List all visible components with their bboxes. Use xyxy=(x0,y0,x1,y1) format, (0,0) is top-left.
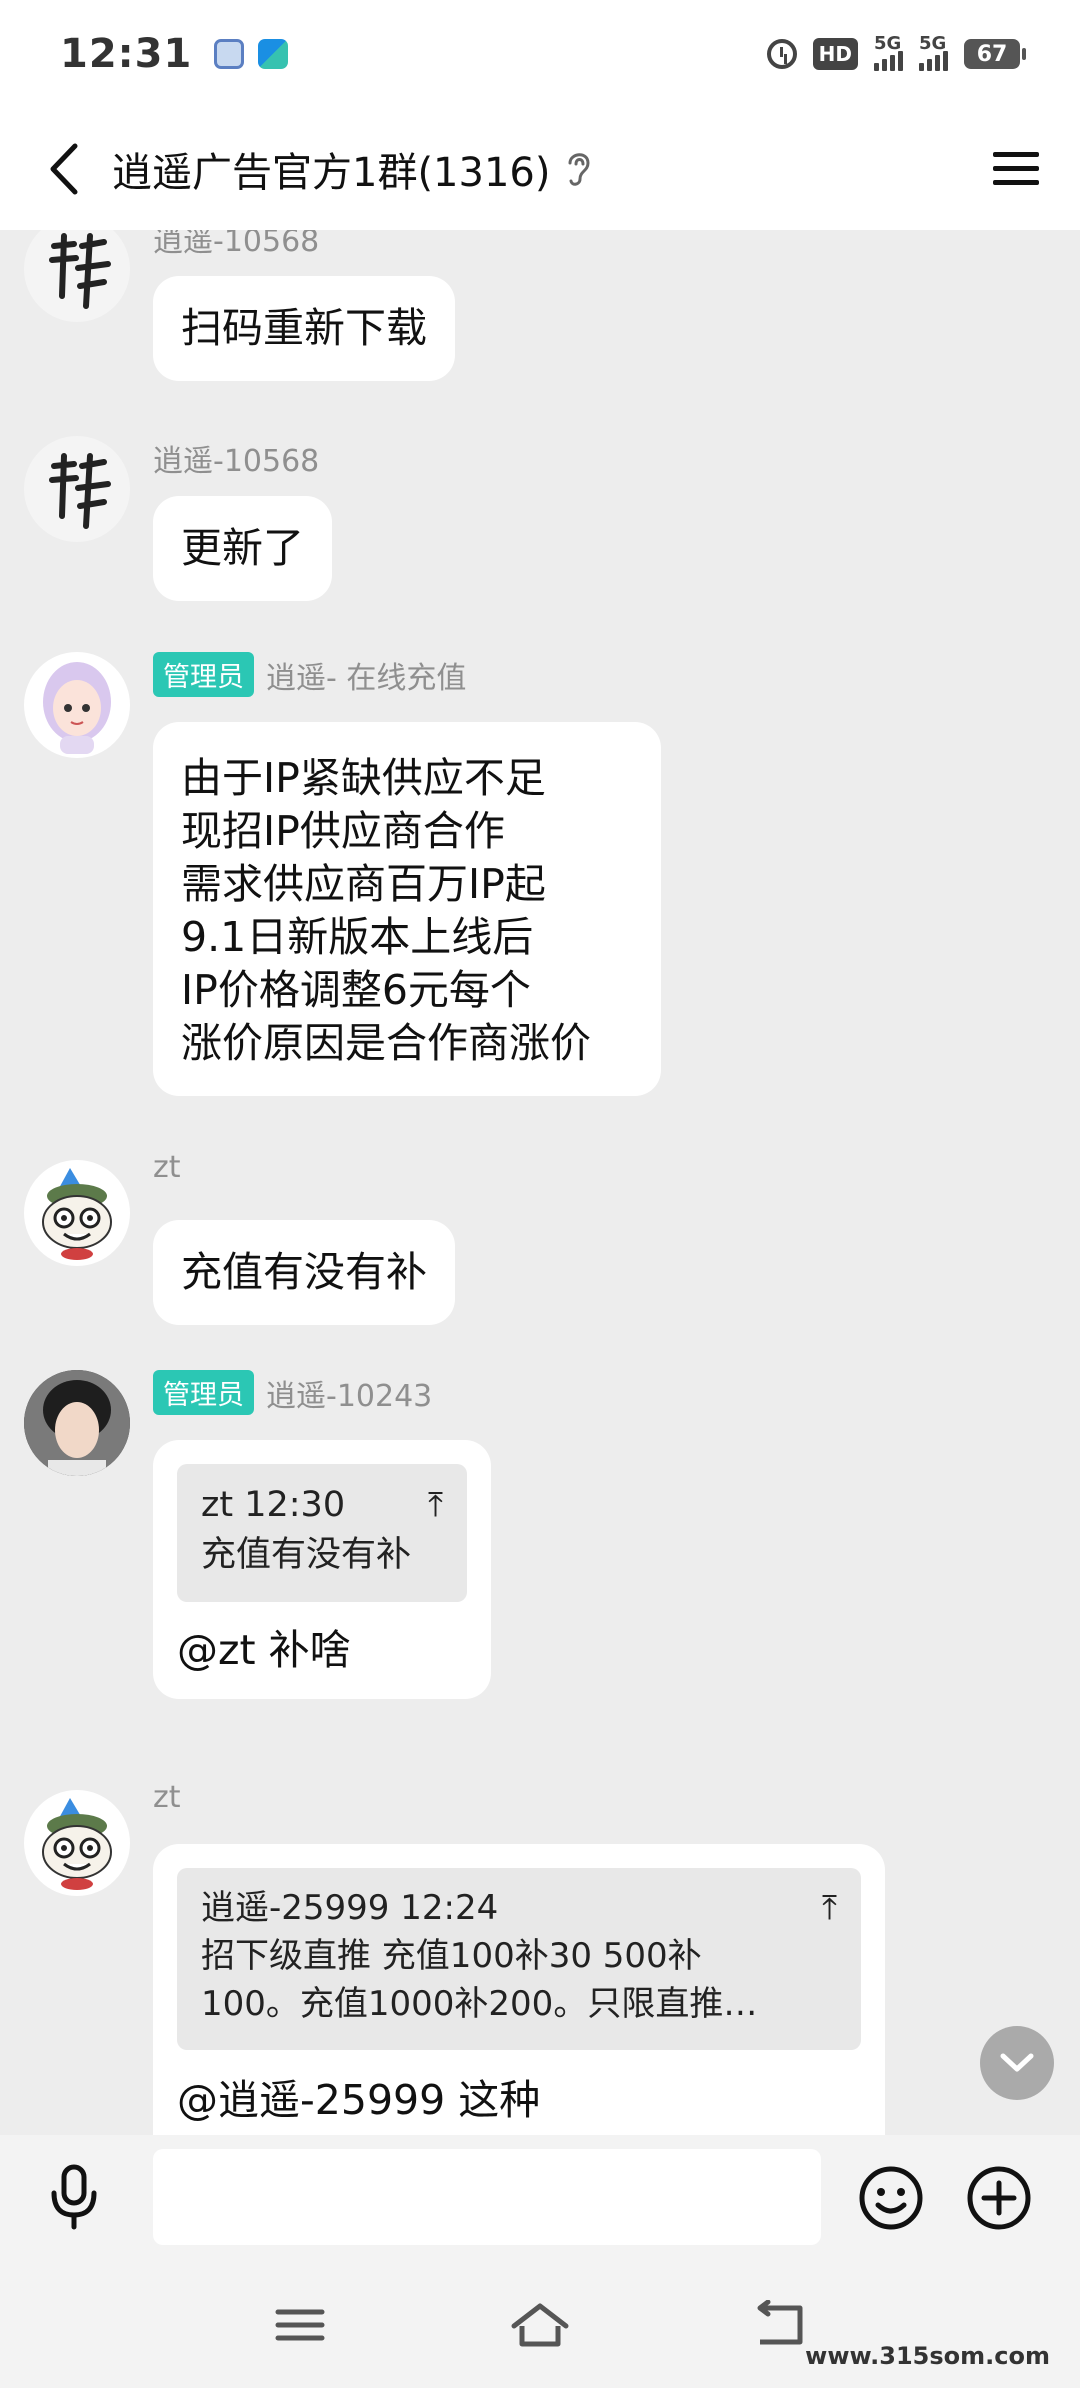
battery-icon: 67 xyxy=(964,39,1026,69)
ear-icon xyxy=(568,153,590,186)
sender-name: zt xyxy=(153,1150,181,1185)
sender-name: 管理员 逍遥- 在线充值 xyxy=(153,652,466,697)
alarm-icon xyxy=(766,39,797,69)
watermark-text: www.315som.com xyxy=(805,2342,1050,2370)
chat-message-list[interactable]: 逍遥-10568 扫码重新下载 逍遥-10568 更新了 管理员 逍遥- 在线充… xyxy=(0,230,1080,2135)
scroll-to-bottom-button[interactable] xyxy=(980,2026,1054,2100)
sender-name: 管理员 逍遥-10243 xyxy=(153,1370,432,1415)
cartoon-girl-avatar-icon xyxy=(43,662,111,754)
cartoon-character-avatar-icon xyxy=(42,1798,112,1890)
microphone-icon[interactable] xyxy=(44,2163,104,2233)
cartoon-character-avatar-icon xyxy=(42,1168,112,1260)
sender-name: 逍遥-10568 xyxy=(153,230,320,259)
menu-button[interactable] xyxy=(986,139,1046,199)
avatar[interactable] xyxy=(24,1790,130,1896)
system-navigation-bar: www.315som.com xyxy=(0,2260,1080,2388)
hd-icon: HD xyxy=(812,38,858,70)
sender-name: zt xyxy=(153,1780,181,1815)
signal-icon: 5G xyxy=(874,33,903,71)
input-bar xyxy=(0,2135,1080,2260)
quoted-message[interactable]: zt 12:30 ⤒ 充值有没有补 xyxy=(177,1464,467,1602)
message-input[interactable] xyxy=(153,2149,821,2245)
hamburger-menu-icon xyxy=(993,152,1039,185)
message-bubble[interactable]: 由于IP紧缺供应不足 现招IP供应商合作 需求供应商百万IP起 9.1日新版本上… xyxy=(153,722,661,1096)
status-bar: 12:31 HD 5G 5G 67 xyxy=(0,0,1080,108)
message-bubble[interactable]: 更新了 xyxy=(153,496,332,601)
status-time: 12:31 xyxy=(60,31,193,77)
avatar[interactable] xyxy=(24,1160,130,1266)
avatar[interactable] xyxy=(24,230,130,322)
message-bubble[interactable]: 扫码重新下载 xyxy=(153,276,455,381)
admin-badge: 管理员 xyxy=(153,652,254,697)
message-bubble[interactable]: 逍遥-25999 12:24 ⤒ 招下级直推 充值100补30 500补 100… xyxy=(153,1844,885,2135)
avatar[interactable] xyxy=(24,1370,130,1476)
calligraphy-avatar-icon xyxy=(49,233,111,309)
calligraphy-avatar-icon xyxy=(49,453,111,529)
chevron-down-icon xyxy=(1000,2053,1034,2072)
admin-badge: 管理员 xyxy=(153,1370,254,1415)
back-nav-icon[interactable] xyxy=(750,2300,810,2350)
message-bubble[interactable]: zt 12:30 ⤒ 充值有没有补 @zt 补啥 xyxy=(153,1440,491,1699)
sender-name: 逍遥-10568 xyxy=(153,444,320,479)
recent-apps-icon[interactable] xyxy=(270,2300,330,2350)
send-notification-icon xyxy=(258,39,289,69)
group-title[interactable]: 逍遥广告官方1群(1316) xyxy=(112,140,550,198)
plus-icon[interactable] xyxy=(966,2165,1032,2231)
avatar[interactable] xyxy=(24,652,130,758)
home-icon[interactable] xyxy=(510,2300,570,2350)
person-photo-avatar-icon xyxy=(24,1370,130,1476)
emoji-icon[interactable] xyxy=(858,2165,924,2231)
jump-to-original-icon[interactable]: ⤒ xyxy=(822,1884,837,1932)
chevron-left-icon xyxy=(50,143,78,195)
message-bubble[interactable]: 充值有没有补 xyxy=(153,1220,455,1325)
jump-to-original-icon[interactable]: ⤒ xyxy=(428,1480,443,1530)
chat-header: 逍遥广告官方1群(1316) xyxy=(0,108,1080,230)
avatar[interactable] xyxy=(24,436,130,542)
app-notification-icon xyxy=(214,39,245,69)
back-button[interactable] xyxy=(34,139,94,199)
quoted-message[interactable]: 逍遥-25999 12:24 ⤒ 招下级直推 充值100补30 500补 100… xyxy=(177,1868,861,2050)
signal-icon: 5G xyxy=(919,33,948,71)
